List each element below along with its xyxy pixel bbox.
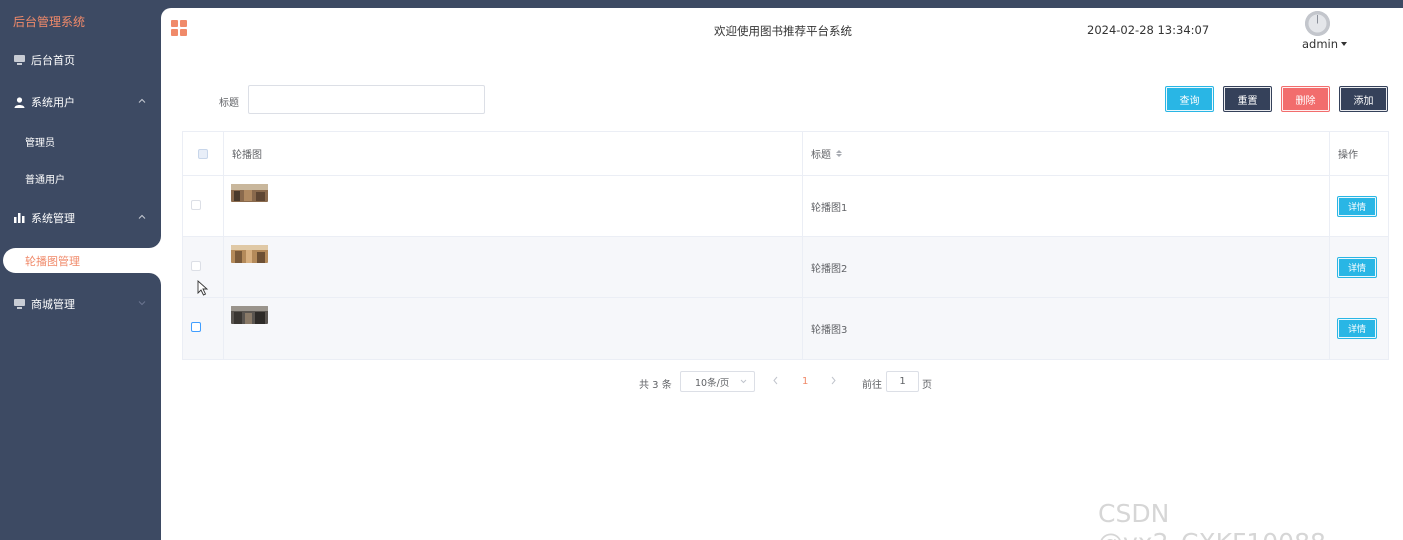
query-button-label: 查询 — [1179, 95, 1200, 107]
row-image-cell — [224, 298, 803, 359]
row-check-cell — [183, 298, 224, 359]
bar-chart-icon — [13, 212, 25, 224]
row-title: 轮播图3 — [811, 325, 848, 336]
detail-button[interactable]: 详情 — [1337, 257, 1377, 278]
sort-icon[interactable] — [836, 150, 842, 157]
carousel-table: 轮播图 标题 操作 轮播图1 详情 轮播图2 详情 轮播图3 详情 — [182, 131, 1389, 360]
goto-page-input[interactable] — [886, 371, 919, 392]
page-size-select[interactable]: 10条/页 — [680, 371, 755, 392]
username-label: admin — [1302, 37, 1339, 51]
sidebar-item-label: 轮播图管理 — [25, 254, 80, 268]
sidebar-item-label: 系统管理 — [31, 212, 75, 225]
row-image-cell — [224, 237, 803, 297]
row-check-cell — [183, 176, 224, 236]
sidebar-item-label: 管理员 — [25, 137, 55, 149]
row-image-cell — [224, 176, 803, 236]
detail-button[interactable]: 详情 — [1337, 318, 1377, 339]
chevron-down-icon — [740, 379, 747, 384]
chevron-left-icon — [773, 376, 778, 385]
row-title-cell: 轮播图1 — [803, 176, 1330, 236]
row-actions-cell: 详情 — [1330, 298, 1388, 359]
watermark-text: CSDN @vx2_CXKF10088 — [1098, 499, 1326, 540]
user-icon — [13, 96, 25, 108]
row-checkbox[interactable] — [191, 200, 201, 210]
monitor-icon — [13, 298, 25, 310]
monitor-icon — [13, 54, 25, 66]
goto-label: 前往 — [862, 380, 882, 391]
header-check-cell — [183, 132, 224, 175]
title-search-input[interactable] — [248, 85, 485, 114]
row-checkbox[interactable] — [191, 322, 201, 332]
next-page-button[interactable] — [830, 375, 837, 388]
search-label: 标题 — [219, 98, 239, 109]
welcome-text: 欢迎使用图书推荐平台系统 — [714, 24, 852, 38]
mouse-cursor-icon — [197, 280, 209, 296]
avatar[interactable] — [1305, 11, 1330, 36]
column-header-image: 轮播图 — [224, 132, 803, 175]
sidebar-item-system-management[interactable]: 系统管理 — [0, 200, 161, 236]
sidebar-item-normal-users[interactable]: 普通用户 — [0, 160, 161, 196]
detail-button-label: 详情 — [1347, 264, 1366, 274]
column-header-title[interactable]: 标题 — [803, 132, 1330, 175]
select-all-checkbox[interactable] — [198, 148, 208, 159]
add-button[interactable]: 添加 — [1339, 86, 1388, 112]
chevron-right-icon — [831, 376, 836, 385]
column-header-actions: 操作 — [1330, 132, 1388, 175]
chevron-down-icon — [138, 301, 146, 306]
row-title-cell: 轮播图3 — [803, 298, 1330, 359]
chevron-up-icon — [138, 98, 146, 103]
row-title-cell: 轮播图2 — [803, 237, 1330, 297]
delete-button-label: 删除 — [1295, 95, 1316, 107]
sidebar-item-system-users[interactable]: 系统用户 — [0, 84, 161, 120]
reset-button-label: 重置 — [1237, 95, 1258, 107]
sidebar-item-carousel-management[interactable]: 轮播图管理 — [3, 248, 161, 273]
detail-button-label: 详情 — [1347, 203, 1366, 213]
goto-suffix: 页 — [922, 380, 932, 391]
sidebar-item-admins[interactable]: 管理员 — [0, 123, 161, 159]
carousel-thumbnail[interactable] — [231, 184, 268, 202]
page-size-value: 10条/页 — [695, 377, 730, 389]
row-checkbox[interactable] — [191, 261, 201, 271]
carousel-thumbnail[interactable] — [231, 306, 268, 324]
detail-button[interactable]: 详情 — [1337, 196, 1377, 217]
table-row: 轮播图2 详情 — [183, 237, 1388, 298]
add-button-label: 添加 — [1353, 95, 1374, 107]
app-brand: 后台管理系统 — [13, 15, 86, 29]
datetime-text: 2024-02-28 13:34:07 — [1087, 23, 1210, 37]
row-title: 轮播图2 — [811, 264, 848, 275]
reset-button[interactable]: 重置 — [1223, 86, 1272, 112]
table-row: 轮播图3 详情 — [183, 298, 1388, 359]
carousel-thumbnail[interactable] — [231, 245, 268, 263]
sidebar-item-label: 系统用户 — [31, 96, 75, 109]
sidebar-item-label: 后台首页 — [31, 54, 75, 67]
sidebar-item-mall-management[interactable]: 商城管理 — [0, 286, 161, 322]
chevron-up-icon — [138, 214, 146, 219]
page-number-active[interactable]: 1 — [802, 376, 808, 387]
prev-page-button[interactable] — [772, 375, 779, 388]
pagination-total: 共 3 条 — [639, 380, 672, 391]
caret-down-icon — [1341, 42, 1348, 46]
column-header-label: 轮播图 — [232, 150, 262, 161]
user-menu[interactable]: admin — [1302, 37, 1348, 51]
table-header-row: 轮播图 标题 操作 — [183, 132, 1388, 176]
detail-button-label: 详情 — [1347, 325, 1366, 335]
delete-button[interactable]: 删除 — [1281, 86, 1330, 112]
grid-menu-icon[interactable] — [171, 20, 188, 37]
row-title: 轮播图1 — [811, 203, 848, 214]
sidebar-item-home[interactable]: 后台首页 — [0, 42, 161, 78]
row-actions-cell: 详情 — [1330, 237, 1388, 297]
column-header-label: 操作 — [1338, 150, 1358, 161]
column-header-label: 标题 — [811, 150, 831, 161]
row-actions-cell: 详情 — [1330, 176, 1388, 236]
sidebar-item-label: 商城管理 — [31, 298, 75, 311]
sidebar-item-label: 普通用户 — [25, 174, 65, 186]
sidebar: 后台管理系统 后台首页 系统用户 管理员 普通用户 系统管理 轮播图管理 商城管… — [0, 0, 161, 540]
table-row: 轮播图1 详情 — [183, 176, 1388, 237]
query-button[interactable]: 查询 — [1165, 86, 1214, 112]
